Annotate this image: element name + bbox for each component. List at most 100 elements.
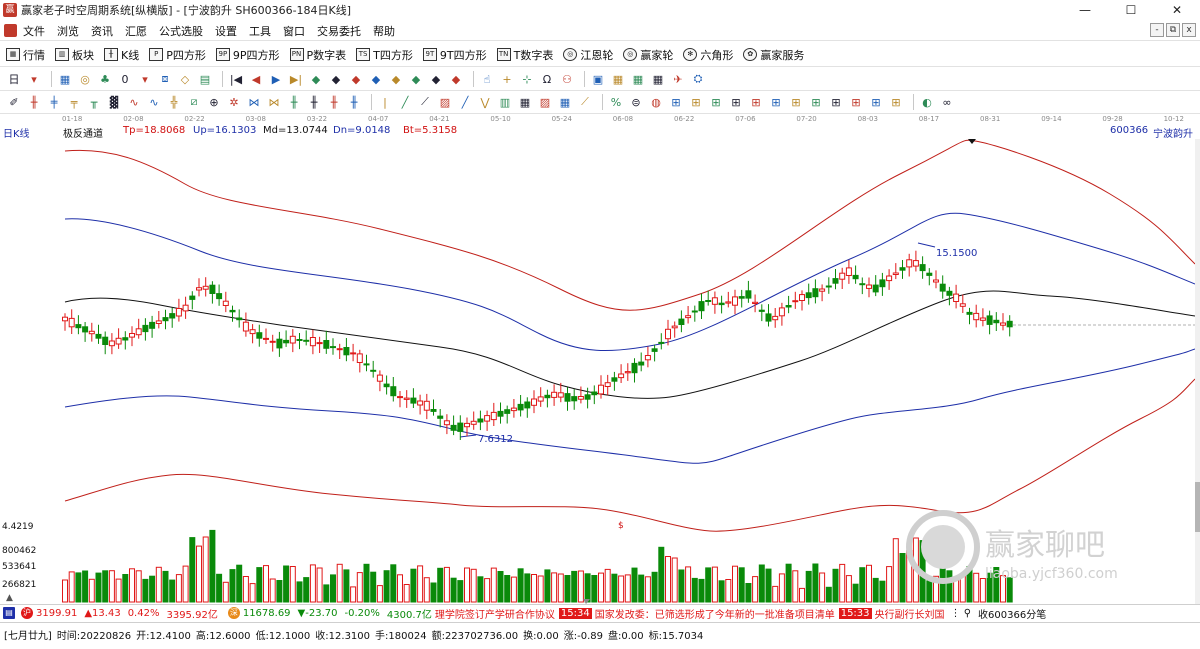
toolbar3-tool-icon[interactable]: ◍ (648, 94, 664, 110)
toolbar3-tool-icon[interactable]: ▨ (537, 94, 553, 110)
toolbar3-tool-icon[interactable]: ∿ (146, 94, 162, 110)
toolbar2-tool-icon[interactable]: ▦ (630, 71, 646, 87)
toolbar3-tool-icon[interactable]: ⊞ (868, 94, 884, 110)
toolbar-button-kline[interactable]: ╫ K线 (104, 47, 139, 63)
toolbar-button-p-number[interactable]: PN P数字表 (289, 47, 346, 63)
toolbar2-tool-icon[interactable]: |◀ (228, 71, 244, 87)
menu-file[interactable]: 文件 (23, 23, 45, 39)
toolbar-button-9p-square[interactable]: 9P 9P四方形 (215, 47, 280, 63)
toolbar2-tool-icon[interactable]: ▦ (57, 71, 73, 87)
toolbar3-tool-icon[interactable]: ⊜ (628, 94, 644, 110)
toolbar-button-service[interactable]: ✿ 赢家服务 (743, 47, 804, 63)
toolbar2-tool-icon[interactable]: ☝ (479, 71, 495, 87)
toolbar2-tool-icon[interactable]: ◆ (428, 71, 444, 87)
toolbar3-tool-icon[interactable]: ▥ (497, 94, 513, 110)
toolbar3-tool-icon[interactable]: ╫ (306, 94, 322, 110)
period-label[interactable]: 日K线 (3, 125, 30, 140)
minimize-button[interactable]: — (1062, 0, 1108, 20)
toolbar3-tool-icon[interactable]: ╬ (166, 94, 182, 110)
menu-info[interactable]: 资讯 (91, 23, 113, 39)
toolbar3-tool-icon[interactable]: ╪ (46, 94, 62, 110)
toolbar3-tool-icon[interactable]: ╫ (326, 94, 342, 110)
toolbar3-tool-icon[interactable]: ⊞ (808, 94, 824, 110)
menu-settings[interactable]: 设置 (215, 23, 237, 39)
toolbar3-tool-icon[interactable]: ╫ (26, 94, 42, 110)
toolbar3-tool-icon[interactable]: ✐ (6, 94, 22, 110)
toolbar3-tool-icon[interactable]: ⊞ (828, 94, 844, 110)
toolbar2-tool-icon[interactable]: Ω (539, 71, 555, 87)
toolbar2-tool-icon[interactable]: ◆ (388, 71, 404, 87)
toolbar-button-hexagon[interactable]: ✻ 六角形 (683, 47, 733, 63)
toolbar2-tool-icon[interactable]: ◇ (177, 71, 193, 87)
toolbar2-tool-icon[interactable]: ◎ (77, 71, 93, 87)
toolbar3-tool-icon[interactable]: ⟋ (417, 94, 433, 110)
toolbar3-tool-icon[interactable]: ⊞ (668, 94, 684, 110)
mdi-restore-button[interactable]: ⧉ (1166, 23, 1180, 37)
toolbar2-tool-icon[interactable]: ◆ (348, 71, 364, 87)
vertical-scrollbar[interactable] (1195, 139, 1200, 604)
toolbar3-tool-icon[interactable]: ╫ (286, 94, 302, 110)
mdi-minimize-button[interactable]: - (1150, 23, 1164, 37)
toolbar3-tool-icon[interactable]: ▦ (557, 94, 573, 110)
scrollbar-thumb[interactable] (1195, 482, 1200, 532)
toolbar3-tool-icon[interactable]: ⊞ (688, 94, 704, 110)
toolbar3-tool-icon[interactable]: ⋈ (246, 94, 262, 110)
toolbar3-tool-icon[interactable]: ╫ (346, 94, 362, 110)
toolbar2-tool-icon[interactable]: ▦ (610, 71, 626, 87)
toolbar-button-t-square[interactable]: TS T四方形 (356, 47, 413, 63)
toolbar-button-t-number[interactable]: TN T数字表 (496, 47, 553, 63)
toolbar-button-blocks[interactable]: ▥ 板块 (55, 47, 94, 63)
toolbar2-tool-icon[interactable]: ▤ (197, 71, 213, 87)
menu-browse[interactable]: 浏览 (57, 23, 79, 39)
toolbar-button-gann-wheel[interactable]: ◎ 江恩轮 (563, 47, 613, 63)
toolbar3-tool-icon[interactable]: ⊕ (206, 94, 222, 110)
news-ticker-2[interactable]: 国家发改委：已筛选形成了今年新的一批准备项目清单 (595, 606, 835, 621)
toolbar3-tool-icon[interactable]: ╱ (457, 94, 473, 110)
toolbar2-tool-icon[interactable]: 0 (117, 71, 133, 87)
toolbar3-tool-icon[interactable]: ⊞ (788, 94, 804, 110)
menu-formula-select[interactable]: 公式选股 (159, 23, 203, 39)
menu-trade[interactable]: 交易委托 (317, 23, 361, 39)
news-ticker-1[interactable]: 理学院签订产学研合作协议 (435, 606, 555, 621)
toolbar-button-p-square[interactable]: P P四方形 (149, 47, 206, 63)
toolbar3-tool-icon[interactable]: ╱ (397, 94, 413, 110)
toolbar3-tool-icon[interactable]: ▨ (437, 94, 453, 110)
toolbar3-tool-icon[interactable]: ∞ (939, 94, 955, 110)
toolbar3-tool-icon[interactable]: % (608, 94, 624, 110)
toolbar2-tool-icon[interactable]: ▶| (288, 71, 304, 87)
toolbar2-tool-icon[interactable]: ▶ (268, 71, 284, 87)
menu-tools[interactable]: 工具 (249, 23, 271, 39)
toolbar2-tool-icon[interactable]: ▾ (26, 71, 42, 87)
toolbar2-tool-icon[interactable]: ◆ (328, 71, 344, 87)
toolbar3-tool-icon[interactable]: ⊞ (848, 94, 864, 110)
scroll-up-icon[interactable]: ▲ (6, 593, 13, 603)
toolbar3-tool-icon[interactable]: ⧄ (186, 94, 202, 110)
toolbar-button-winner-wheel[interactable]: ◎ 赢家轮 (623, 47, 673, 63)
toolbar3-tool-icon[interactable]: ⊞ (708, 94, 724, 110)
toolbar3-tool-icon[interactable]: ⊞ (768, 94, 784, 110)
toolbar2-tool-icon[interactable]: ◆ (408, 71, 424, 87)
kline-chart[interactable]: 15.1500 7.6312 $ 4.4219 800462 533641 26… (0, 139, 1195, 604)
close-button[interactable]: ✕ (1154, 0, 1200, 20)
toolbar2-tool-icon[interactable]: ⚇ (559, 71, 575, 87)
menu-window[interactable]: 窗口 (283, 23, 305, 39)
toolbar3-tool-icon[interactable]: ✲ (226, 94, 242, 110)
toolbar2-tool-icon[interactable]: ◀ (248, 71, 264, 87)
toolbar2-tool-icon[interactable]: ▾ (137, 71, 153, 87)
toolbar3-tool-icon[interactable]: ⋁ (477, 94, 493, 110)
toolbar2-tool-icon[interactable]: ⧈ (157, 71, 173, 87)
toolbar3-tool-icon[interactable]: ◐ (919, 94, 935, 110)
toolbar2-tool-icon[interactable]: ✈ (670, 71, 686, 87)
layout-icon[interactable]: ▤ (3, 607, 15, 619)
toolbar3-tool-icon[interactable]: ╥ (86, 94, 102, 110)
toolbar3-tool-icon[interactable]: ∿ (126, 94, 142, 110)
toolbar3-tool-icon[interactable]: ▓ (106, 94, 122, 110)
menu-help[interactable]: 帮助 (373, 23, 395, 39)
toolbar3-tool-icon[interactable]: | (377, 94, 393, 110)
maximize-button[interactable]: ☐ (1108, 0, 1154, 20)
toolbar2-tool-icon[interactable]: ⛭ (690, 71, 706, 87)
toolbar2-tool-icon[interactable]: ♣ (97, 71, 113, 87)
toolbar2-tool-icon[interactable]: 日 (6, 71, 22, 87)
toolbar3-tool-icon[interactable]: ╤ (66, 94, 82, 110)
mdi-close-button[interactable]: x (1182, 23, 1196, 37)
